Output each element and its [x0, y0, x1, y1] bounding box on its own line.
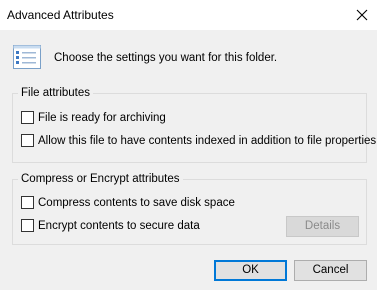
archive-checkbox-row[interactable]: File is ready for archiving: [21, 111, 166, 124]
index-label: Allow this file to have contents indexed…: [38, 134, 377, 147]
encrypt-checkbox-row[interactable]: Encrypt contents to secure data: [21, 219, 200, 232]
advanced-attributes-dialog: Advanced Attributes Choose the settings …: [0, 0, 377, 290]
cancel-button[interactable]: Cancel: [294, 260, 367, 281]
window-title: Advanced Attributes: [7, 8, 114, 22]
compress-checkbox[interactable]: [21, 196, 34, 209]
title-bar: Advanced Attributes: [0, 0, 377, 30]
index-checkbox-row[interactable]: Allow this file to have contents indexed…: [21, 134, 376, 147]
encrypt-checkbox[interactable]: [21, 219, 34, 232]
compress-checkbox-row[interactable]: Compress contents to save disk space: [21, 196, 235, 209]
index-checkbox[interactable]: [21, 134, 34, 147]
file-attributes-group: File attributes: [12, 86, 367, 163]
compress-encrypt-title: Compress or Encrypt attributes: [18, 172, 183, 186]
archive-checkbox[interactable]: [21, 111, 34, 124]
encrypt-label: Encrypt contents to secure data: [38, 219, 200, 232]
archive-label: File is ready for archiving: [38, 111, 166, 124]
compress-label: Compress contents to save disk space: [38, 196, 235, 209]
header-description: Choose the settings you want for this fo…: [54, 52, 278, 64]
checklist-icon: [13, 45, 41, 69]
file-attributes-title: File attributes: [18, 86, 94, 100]
details-button[interactable]: Details: [286, 216, 359, 237]
ok-button[interactable]: OK: [214, 260, 287, 281]
close-icon: [356, 9, 368, 21]
close-button[interactable]: [347, 0, 377, 30]
